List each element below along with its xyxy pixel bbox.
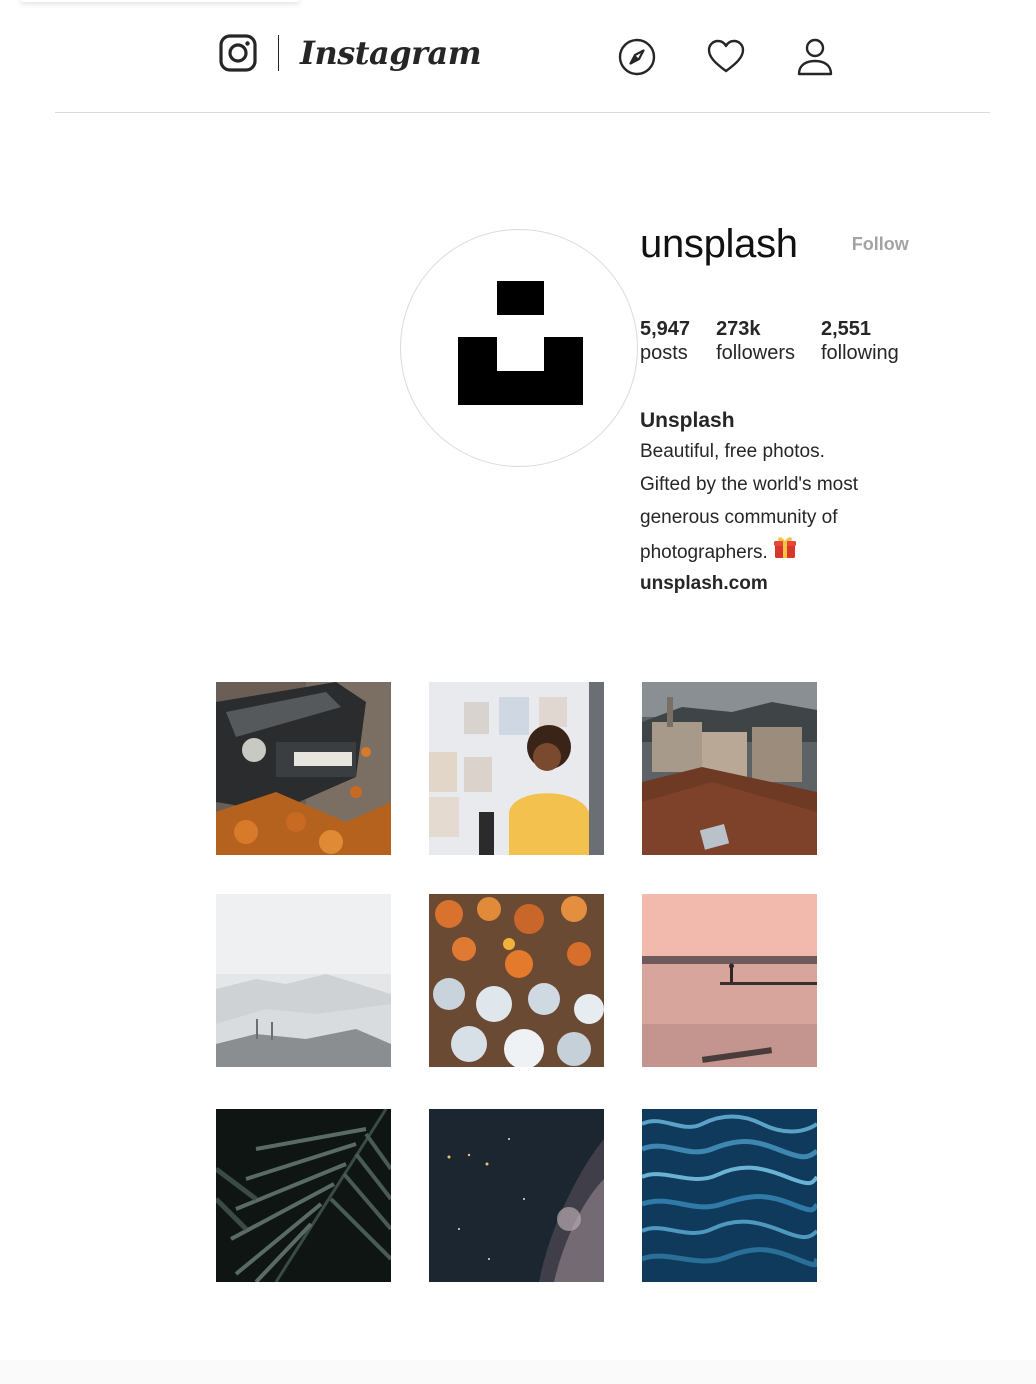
profile-bio: Beautiful, free photos. Gifted by the wo… [640, 435, 930, 569]
stat-following[interactable]: 2,551 following [821, 317, 899, 365]
stat-following-value: 2,551 [820, 318, 872, 340]
post-thumbnail-misty-mountains[interactable] [216, 894, 391, 1067]
stat-posts-value: 5,947 [640, 318, 691, 340]
page-bottom-band [0, 1360, 1036, 1384]
bio-line: generous community of [640, 507, 838, 528]
profile-stats: 5,947 posts 273k followers 2,551 followi… [640, 317, 1000, 365]
stat-following-label: following [820, 342, 899, 364]
stat-followers[interactable]: 273k followers [716, 317, 795, 365]
profile-avatar[interactable] [400, 229, 638, 467]
bio-line: Beautiful, free photos. [640, 441, 825, 462]
bio-line-text: photographers. [640, 542, 768, 563]
follow-button[interactable]: Follow [852, 218, 909, 270]
post-thumbnail-palm-leaves[interactable] [216, 1109, 391, 1282]
nav-icons [616, 36, 836, 78]
bio-line-last: photographers. [640, 534, 930, 569]
post-thumbnail-night-sky[interactable] [429, 1109, 604, 1282]
instagram-wordmark: Instagram [300, 34, 482, 72]
post-thumbnail-woman-phone[interactable] [429, 682, 604, 855]
stat-posts[interactable]: 5,947 posts [640, 317, 690, 365]
stat-posts-label: posts [640, 342, 688, 364]
stat-followers-label: followers [716, 342, 795, 364]
profile-info: unsplash Follow 5,947 posts 273k followe… [640, 218, 1000, 599]
stat-followers-value: 273k [716, 318, 761, 340]
activity-heart-icon[interactable] [705, 36, 747, 78]
profile-website-link[interactable]: unsplash.com [640, 569, 768, 599]
profile-username: unsplash [640, 222, 798, 266]
bio-line: Gifted by the world's most [640, 474, 858, 495]
top-navigation-bar: Instagram [0, 0, 1036, 113]
post-thumbnail-car[interactable] [216, 682, 391, 855]
profile-full-name: Unsplash [640, 409, 735, 432]
unsplash-logo-icon [458, 281, 583, 405]
profile-person-icon[interactable] [794, 36, 836, 78]
brand-logo[interactable]: Instagram [219, 33, 482, 73]
instagram-glyph-icon [219, 34, 257, 72]
gift-icon [773, 537, 796, 558]
brand-divider [278, 35, 279, 71]
post-thumbnail-pink-lake[interactable] [642, 894, 817, 1067]
explore-compass-icon[interactable] [616, 36, 658, 78]
username-row: unsplash Follow [640, 218, 1000, 270]
post-thumbnail-wildflowers[interactable] [429, 894, 604, 1067]
post-thumbnail-rooftops[interactable] [642, 682, 817, 855]
header-divider [55, 112, 990, 113]
post-thumbnail-blue-water[interactable] [642, 1109, 817, 1282]
